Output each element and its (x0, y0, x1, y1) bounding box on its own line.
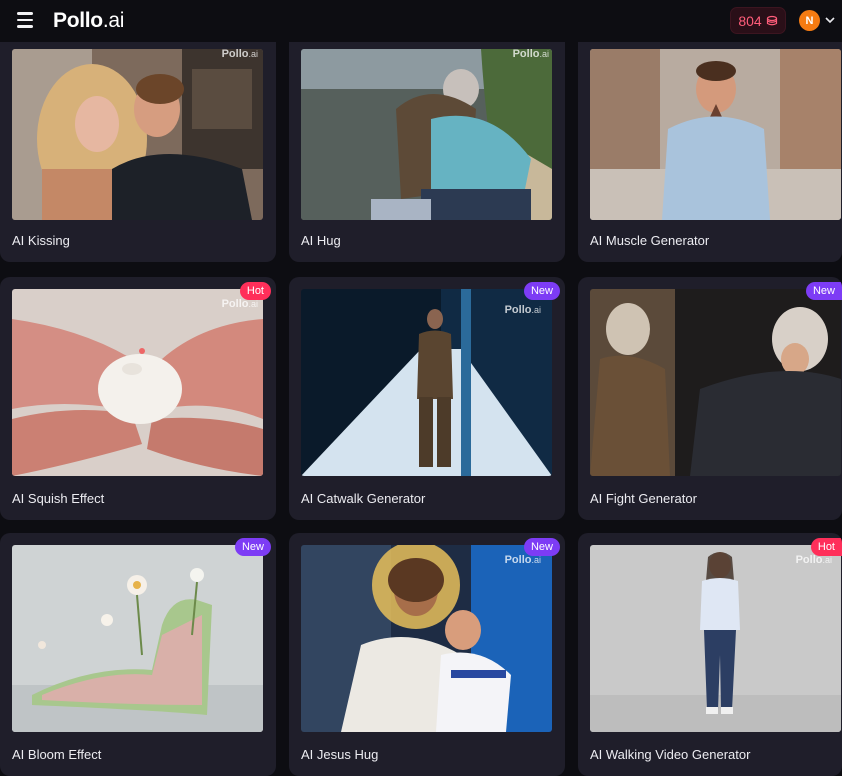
watermark: Pollo.ai (512, 48, 549, 60)
card-title: AI Hug (301, 233, 341, 248)
card-title: AI Catwalk Generator (301, 491, 426, 506)
watermark: Pollo.ai (221, 48, 258, 60)
coin-icon (766, 15, 777, 25)
top-navigation-bar: Pollo.ai 804 N (0, 0, 842, 42)
card-ai-kissing[interactable]: Pollo.ai AI Kissing (0, 19, 276, 262)
card-ai-squish-effect[interactable]: Hot Pollo.ai AI Squish Effect (0, 277, 276, 520)
card-title: AI Squish Effect (12, 491, 105, 506)
watermark: Pollo.ai (504, 554, 541, 566)
credits-button[interactable]: 804 (730, 7, 786, 34)
watermark: Pollo.ai (221, 298, 258, 310)
card-thumbnail (590, 49, 841, 220)
credits-count: 804 (738, 12, 762, 29)
tool-grid: Pollo.ai AI Kissing Pollo.ai AI Hug AI M… (0, 0, 842, 776)
badge-new: New (805, 282, 842, 300)
card-ai-bloom-effect[interactable]: New AI Bloom Effect (0, 533, 276, 776)
card-title: AI Kissing (12, 233, 70, 248)
logo[interactable]: Pollo.ai (53, 9, 124, 33)
card-title: AI Walking Video Generator (590, 747, 751, 762)
card-title: AI Bloom Effect (12, 747, 102, 762)
card-thumbnail (301, 545, 552, 732)
avatar[interactable]: N (799, 10, 820, 31)
card-thumbnail (301, 49, 552, 220)
watermark: Pollo.ai (504, 304, 541, 316)
badge-new: New (523, 282, 560, 300)
card-ai-fight-generator[interactable]: New AI Fight Generator (578, 277, 842, 520)
card-ai-catwalk-generator[interactable]: New Pollo.ai AI Catwalk Generator (289, 277, 565, 520)
card-ai-walking-video-generator[interactable]: Hot Pollo.ai AI Walking Video Generator (578, 533, 842, 776)
card-thumbnail (590, 289, 841, 476)
card-title: AI Jesus Hug (301, 747, 379, 762)
card-thumbnail (12, 545, 263, 732)
badge-new: New (234, 538, 271, 556)
card-title: AI Fight Generator (590, 491, 697, 506)
chevron-down-icon[interactable] (825, 16, 835, 24)
card-thumbnail (590, 545, 841, 732)
card-ai-hug[interactable]: Pollo.ai AI Hug (289, 19, 565, 262)
card-ai-muscle-generator[interactable]: AI Muscle Generator (578, 19, 842, 262)
hamburger-menu-icon[interactable] (14, 12, 36, 30)
card-thumbnail (12, 49, 263, 220)
watermark: Pollo.ai (795, 554, 832, 566)
card-title: AI Muscle Generator (590, 233, 710, 248)
card-ai-jesus-hug[interactable]: New Pollo.ai AI Jesus Hug (289, 533, 565, 776)
card-thumbnail (301, 289, 552, 476)
card-thumbnail (12, 289, 263, 476)
